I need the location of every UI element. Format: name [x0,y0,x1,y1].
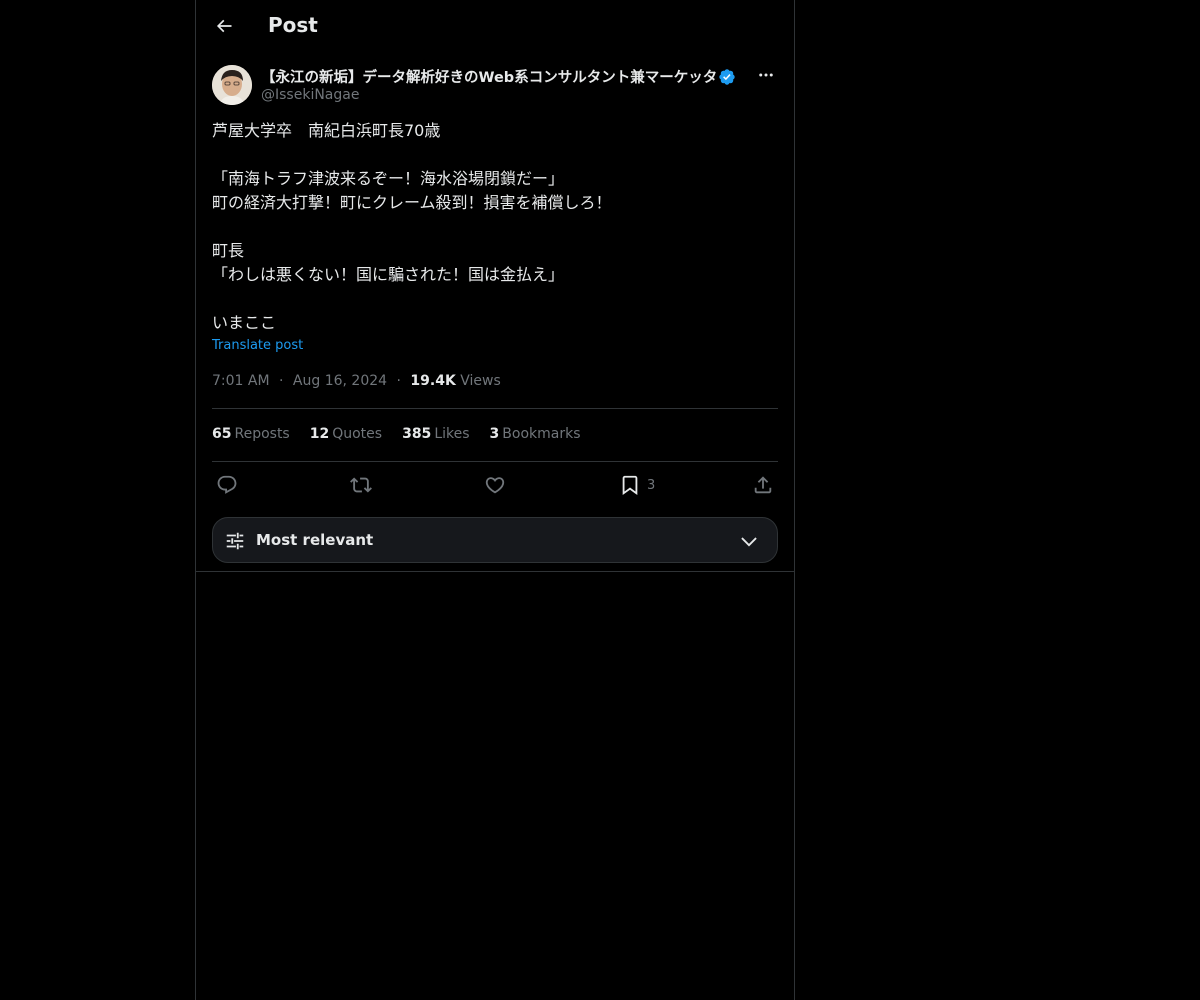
post-line [212,215,778,239]
post-line: いまここ [212,313,277,332]
arrow-left-icon [216,19,232,33]
sort-label: Most relevant [256,531,374,549]
post-date[interactable]: Aug 16, 2024 [293,373,387,389]
divider [212,461,778,462]
likes-stat[interactable]: 385 Likes [402,426,469,446]
share-button[interactable] [752,473,774,497]
post-line [212,143,778,167]
bookmarks-count: 3 [489,426,500,442]
share-icon [754,476,772,494]
views-label: Views [460,373,501,389]
author-row: 【永江の新垢】データ解析好きのWeb系コンサルタント兼マーケッタ· @Issek… [212,64,778,108]
bookmark-icon [622,475,638,496]
reposts-count: 65 [212,426,232,442]
author-handle[interactable]: @IssekiNagae [261,87,359,103]
likes-label: Likes [434,426,470,442]
more-dots-icon [759,73,773,77]
bookmarks-stat[interactable]: 3 Bookmarks [490,426,581,446]
back-button[interactable] [206,8,242,44]
quotes-label: Quotes [332,426,383,442]
bookmarks-label: Bookmarks [502,426,581,442]
engagement-stats: 65 Reposts 12 Quotes 385 Likes 3 Bookmarks [212,426,601,446]
post-line: 「わしは悪くない！国に騙された！国は金払え」 [212,265,565,284]
post-time[interactable]: 7:01 AM [212,373,270,389]
author-display-name[interactable]: 【永江の新垢】データ解析好きのWeb系コンサルタント兼マーケッタ· [261,66,736,87]
post-text: 芦屋大学卒 南紀白浜町長70歳 「南海トラフ津波来るぞー！海水浴場閉鎖だー」 町… [212,119,778,335]
quotes-stat[interactable]: 12 Quotes [310,426,382,446]
author-name-text: 【永江の新垢】データ解析好きのWeb系コンサルタント兼マーケッタ· [261,70,716,86]
post-meta: 7:01 AM · Aug 16, 2024 · 19.4K Views [212,373,501,389]
reply-button[interactable] [216,473,238,497]
post-line: 町の経済大打撃！町にクレーム殺到！損害を補償しろ！ [212,193,612,212]
reposts-label: Reposts [234,426,290,442]
bookmark-button[interactable]: 3 [619,473,655,497]
section-divider [196,571,794,572]
post-line [212,287,778,311]
meta-separator: · [396,373,401,389]
page-header: Post [196,0,794,54]
more-options-button[interactable] [754,64,778,86]
sliders-icon [226,532,244,550]
repost-icon [350,477,372,493]
post-line: 「南海トラフ津波来るぞー！海水浴場閉鎖だー」 [212,169,565,188]
like-button[interactable] [484,473,506,497]
repost-button[interactable] [350,473,372,497]
heart-icon [485,477,505,494]
reply-icon [217,475,237,494]
chevron-down-icon [741,537,757,547]
likes-count: 385 [402,426,432,442]
verified-badge-icon [719,68,735,85]
avatar[interactable] [212,65,252,105]
page-title: Post [268,13,318,37]
avatar-image [212,65,252,105]
post-line: 芦屋大学卒 南紀白浜町長70歳 [212,121,441,140]
divider [212,408,778,409]
reply-sort-dropdown[interactable]: Most relevant [212,517,778,563]
post-line: 町長 [212,241,245,260]
quotes-count: 12 [309,426,330,442]
reposts-stat[interactable]: 65 Reposts [212,426,290,446]
views-count: 19.4K [410,373,456,389]
bookmark-count: 3 [647,477,656,493]
meta-separator: · [279,373,284,389]
translate-post-link[interactable]: Translate post [212,338,303,353]
post-column: Post 【永江の新垢】データ解析好きのWeb系コンサルタント兼マーケッタ· @… [195,0,795,1000]
